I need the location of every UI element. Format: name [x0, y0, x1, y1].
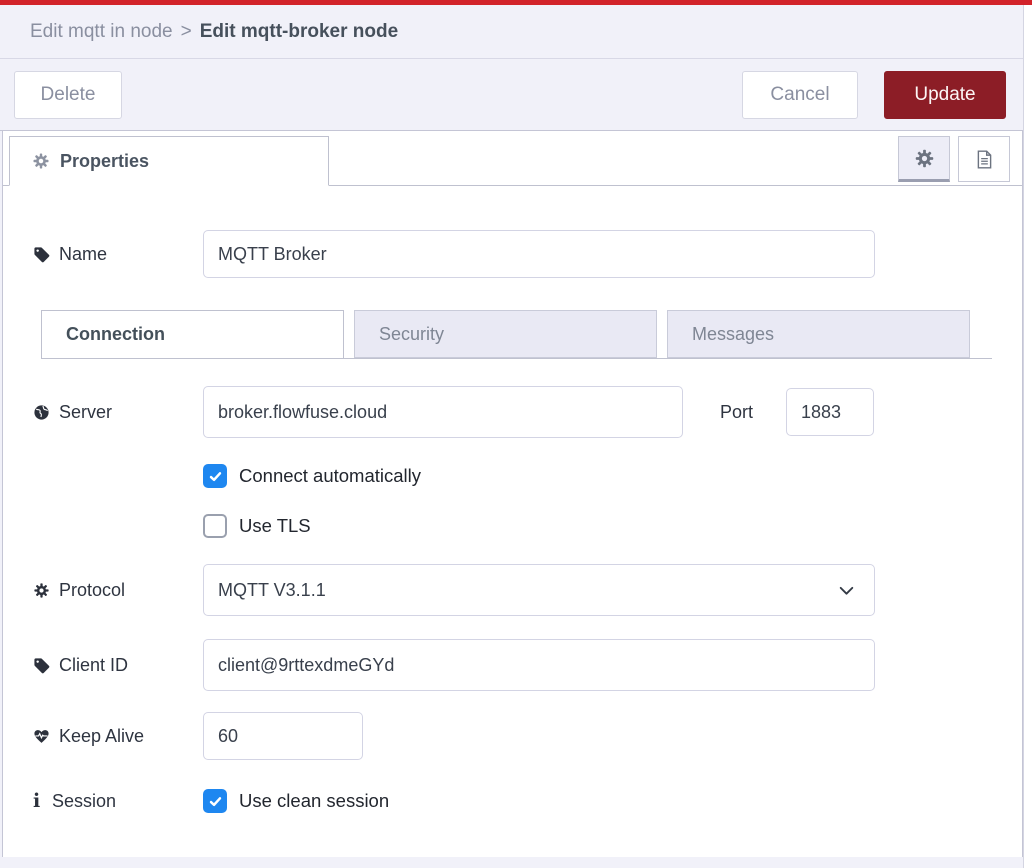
- clean-session-label[interactable]: Use clean session: [239, 790, 389, 812]
- session-label: i Session: [33, 790, 203, 812]
- broker-subtabs: Connection Security Messages: [41, 310, 992, 359]
- server-label-text: Server: [59, 402, 112, 423]
- update-button[interactable]: Update: [884, 71, 1006, 119]
- port-label: Port: [720, 402, 753, 423]
- tab-connection[interactable]: Connection: [41, 310, 344, 358]
- scrollbar-gutter[interactable]: [1023, 5, 1032, 868]
- document-icon: [974, 149, 995, 170]
- gear-icon: [914, 148, 935, 169]
- description-view-button[interactable]: [958, 136, 1010, 182]
- clean-session-checkbox[interactable]: [203, 789, 227, 813]
- client-id-label-text: Client ID: [59, 655, 128, 676]
- protocol-label-text: Protocol: [59, 580, 125, 601]
- chevron-down-icon: [837, 581, 856, 600]
- protocol-row: Protocol MQTT V3.1.1: [33, 564, 992, 616]
- keep-alive-input[interactable]: [203, 712, 363, 760]
- tag-icon: [33, 246, 50, 263]
- client-id-label: Client ID: [33, 655, 203, 676]
- protocol-label: Protocol: [33, 580, 203, 601]
- tab-security-label: Security: [379, 324, 444, 345]
- editor-tab-buttons: [898, 136, 1010, 182]
- delete-button[interactable]: Delete: [14, 71, 122, 119]
- server-input[interactable]: [203, 386, 683, 438]
- node-edit-panel: Properties Name Conn: [2, 131, 1023, 857]
- globe-icon: [33, 404, 50, 421]
- client-id-row: Client ID: [33, 639, 992, 691]
- broker-config-form: Name Connection Security Messages Serv: [3, 186, 1022, 813]
- tab-messages[interactable]: Messages: [667, 310, 970, 358]
- connect-automatically-label[interactable]: Connect automatically: [239, 465, 421, 487]
- breadcrumb-parent[interactable]: Edit mqtt in node: [30, 21, 173, 43]
- heartbeat-icon: [33, 728, 50, 745]
- name-label-text: Name: [59, 244, 107, 265]
- tab-connection-label: Connection: [66, 324, 165, 345]
- properties-view-button[interactable]: [898, 136, 950, 182]
- name-row: Name: [33, 230, 992, 278]
- edit-mqtt-broker-dialog: Edit mqtt in node > Edit mqtt-broker nod…: [0, 0, 1032, 868]
- cancel-button[interactable]: Cancel: [742, 71, 858, 119]
- info-icon: i: [33, 790, 43, 812]
- checkmark-icon: [208, 469, 223, 484]
- tab-properties[interactable]: Properties: [9, 136, 329, 186]
- editor-tabs-row: Properties: [3, 131, 1022, 186]
- checkmark-icon: [208, 794, 223, 809]
- tab-security[interactable]: Security: [354, 310, 657, 358]
- breadcrumb-separator: >: [181, 21, 192, 43]
- gear-icon: [32, 152, 50, 170]
- port-input[interactable]: [786, 388, 874, 436]
- use-tls-checkbox[interactable]: [203, 514, 227, 538]
- gear-icon: [33, 582, 50, 599]
- keep-alive-label: Keep Alive: [33, 726, 203, 747]
- breadcrumb-current: Edit mqtt-broker node: [200, 21, 398, 43]
- tab-messages-label: Messages: [692, 324, 774, 345]
- connect-automatically-checkbox[interactable]: [203, 464, 227, 488]
- session-row: i Session Use clean session: [33, 789, 992, 813]
- client-id-input[interactable]: [203, 639, 875, 691]
- name-input[interactable]: [203, 230, 875, 278]
- dialog-toolbar: Delete Cancel Update: [0, 59, 1032, 131]
- server-label: Server: [33, 402, 203, 423]
- keep-alive-label-text: Keep Alive: [59, 726, 144, 747]
- tag-icon: [33, 657, 50, 674]
- name-label: Name: [33, 244, 203, 265]
- use-tls-row: Use TLS: [203, 514, 992, 538]
- protocol-select[interactable]: MQTT V3.1.1: [203, 564, 875, 616]
- properties-tab-label: Properties: [60, 151, 149, 172]
- breadcrumb: Edit mqtt in node > Edit mqtt-broker nod…: [0, 5, 1032, 59]
- protocol-selected-value: MQTT V3.1.1: [218, 580, 326, 601]
- keep-alive-row: Keep Alive: [33, 712, 992, 760]
- server-row: Server Port: [33, 386, 992, 438]
- connect-automatically-row: Connect automatically: [203, 464, 992, 488]
- session-label-text: Session: [52, 791, 116, 812]
- use-tls-label[interactable]: Use TLS: [239, 515, 311, 537]
